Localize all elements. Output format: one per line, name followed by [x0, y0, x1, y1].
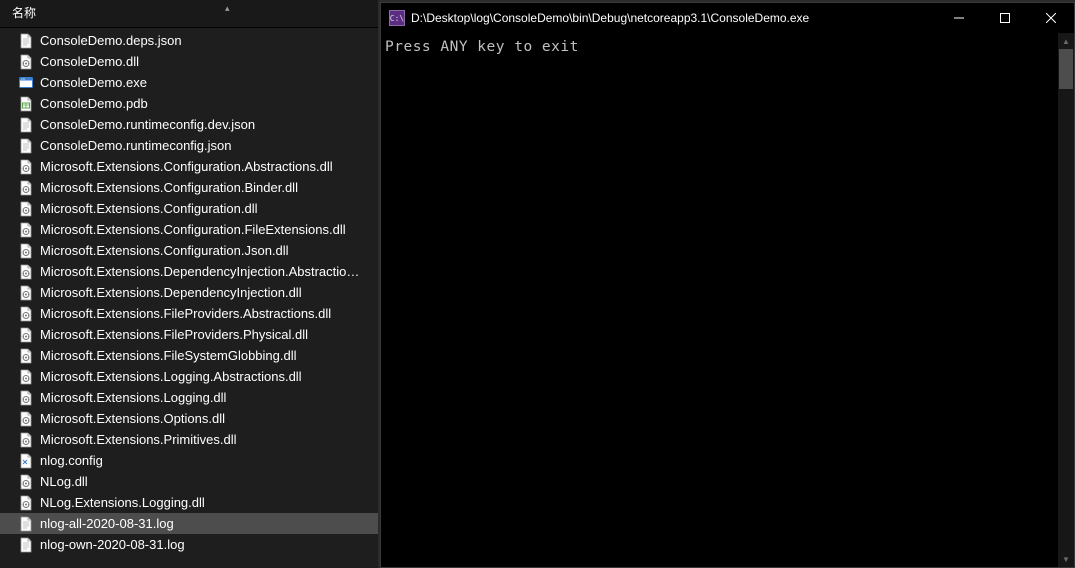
file-row[interactable]: Microsoft.Extensions.Primitives.dll	[0, 429, 378, 450]
file-row[interactable]: Microsoft.Extensions.Logging.dll	[0, 387, 378, 408]
minimize-button[interactable]	[936, 3, 982, 33]
dll-file-icon	[18, 222, 34, 238]
console-title: D:\Desktop\log\ConsoleDemo\bin\Debug\net…	[411, 11, 936, 25]
file-row[interactable]: ConsoleDemo.deps.json	[0, 30, 378, 51]
file-row[interactable]: nlog-all-2020-08-31.log	[0, 513, 378, 534]
file-name-label: ConsoleDemo.deps.json	[40, 32, 182, 50]
file-name-label: Microsoft.Extensions.Configuration.dll	[40, 200, 258, 218]
dll-file-icon	[18, 243, 34, 259]
exe-file-icon	[18, 75, 34, 91]
file-name-label: nlog-own-2020-08-31.log	[40, 536, 185, 554]
maximize-button[interactable]	[982, 3, 1028, 33]
dll-file-icon	[18, 474, 34, 490]
file-name-label: Microsoft.Extensions.FileProviders.Physi…	[40, 326, 308, 344]
file-row[interactable]: Microsoft.Extensions.Options.dll	[0, 408, 378, 429]
console-window: C:\ D:\Desktop\log\ConsoleDemo\bin\Debug…	[380, 2, 1075, 568]
file-row[interactable]: Microsoft.Extensions.Configuration.Binde…	[0, 177, 378, 198]
file-row[interactable]: NLog.dll	[0, 471, 378, 492]
dll-file-icon	[18, 327, 34, 343]
dll-file-icon	[18, 264, 34, 280]
console-app-icon: C:\	[389, 10, 405, 26]
file-name-label: ConsoleDemo.runtimeconfig.dev.json	[40, 116, 255, 134]
dll-file-icon	[18, 180, 34, 196]
file-row[interactable]: Microsoft.Extensions.DependencyInjection…	[0, 282, 378, 303]
file-name-label: Microsoft.Extensions.Primitives.dll	[40, 431, 237, 449]
file-explorer-panel: 名称 ▴ ConsoleDemo.deps.json ConsoleDemo.dl…	[0, 0, 378, 568]
dll-file-icon	[18, 285, 34, 301]
file-name-label: Microsoft.Extensions.FileSystemGlobbing.…	[40, 347, 297, 365]
minimize-icon	[954, 13, 964, 23]
text-file-icon	[18, 537, 34, 553]
file-row[interactable]: Microsoft.Extensions.FileProviders.Physi…	[0, 324, 378, 345]
console-area: C:\ D:\Desktop\log\ConsoleDemo\bin\Debug…	[378, 0, 1075, 568]
dll-file-icon	[18, 201, 34, 217]
json-file-icon	[18, 138, 34, 154]
file-name-label: ConsoleDemo.exe	[40, 74, 147, 92]
file-row[interactable]: nlog-own-2020-08-31.log	[0, 534, 378, 555]
console-titlebar[interactable]: C:\ D:\Desktop\log\ConsoleDemo\bin\Debug…	[381, 3, 1074, 33]
file-name-label: ConsoleDemo.pdb	[40, 95, 148, 113]
file-row[interactable]: Microsoft.Extensions.Configuration.FileE…	[0, 219, 378, 240]
close-icon	[1046, 13, 1056, 23]
file-name-label: Microsoft.Extensions.DependencyInjection…	[40, 263, 366, 281]
dll-file-icon	[18, 432, 34, 448]
window-controls	[936, 3, 1074, 33]
file-row[interactable]: ConsoleDemo.runtimeconfig.dev.json	[0, 114, 378, 135]
file-name-label: Microsoft.Extensions.FileProviders.Abstr…	[40, 305, 331, 323]
close-button[interactable]	[1028, 3, 1074, 33]
console-app-icon-text: C:\	[390, 14, 404, 23]
console-scrollbar[interactable]: ▲ ▼	[1058, 33, 1074, 567]
file-name-label: Microsoft.Extensions.Logging.dll	[40, 389, 226, 407]
file-row[interactable]: Microsoft.Extensions.Configuration.Json.…	[0, 240, 378, 261]
file-list[interactable]: ConsoleDemo.deps.json ConsoleDemo.dll Cons…	[0, 28, 378, 568]
scrollbar-arrow-up-icon[interactable]: ▲	[1058, 33, 1074, 49]
maximize-icon	[1000, 13, 1010, 23]
file-name-label: Microsoft.Extensions.Configuration.Json.…	[40, 242, 289, 260]
dll-file-icon	[18, 306, 34, 322]
json-file-icon	[18, 33, 34, 49]
file-row[interactable]: NLog.Extensions.Logging.dll	[0, 492, 378, 513]
console-body: Press ANY key to exit ▲ ▼	[381, 33, 1074, 567]
column-name-header[interactable]: 名称	[12, 4, 36, 21]
file-name-label: NLog.Extensions.Logging.dll	[40, 494, 205, 512]
config-file-icon	[18, 453, 34, 469]
file-row[interactable]: nlog.config	[0, 450, 378, 471]
file-name-label: Microsoft.Extensions.Logging.Abstraction…	[40, 368, 302, 386]
file-name-label: Microsoft.Extensions.DependencyInjection…	[40, 284, 302, 302]
json-file-icon	[18, 117, 34, 133]
file-name-label: nlog-all-2020-08-31.log	[40, 515, 174, 533]
file-name-label: NLog.dll	[40, 473, 88, 491]
file-name-label: ConsoleDemo.runtimeconfig.json	[40, 137, 231, 155]
console-output[interactable]: Press ANY key to exit	[381, 33, 1058, 567]
file-row[interactable]: Microsoft.Extensions.FileSystemGlobbing.…	[0, 345, 378, 366]
file-name-label: nlog.config	[40, 452, 103, 470]
file-name-label: Microsoft.Extensions.Configuration.FileE…	[40, 221, 346, 239]
file-row[interactable]: ConsoleDemo.runtimeconfig.json	[0, 135, 378, 156]
file-name-label: Microsoft.Extensions.Configuration.Abstr…	[40, 158, 333, 176]
file-name-label: Microsoft.Extensions.Configuration.Binde…	[40, 179, 298, 197]
scrollbar-thumb[interactable]	[1059, 49, 1073, 89]
dll-file-icon	[18, 390, 34, 406]
text-file-icon	[18, 516, 34, 532]
scrollbar-arrow-down-icon[interactable]: ▼	[1058, 551, 1074, 567]
file-row[interactable]: ConsoleDemo.exe	[0, 72, 378, 93]
file-row[interactable]: Microsoft.Extensions.Configuration.dll	[0, 198, 378, 219]
file-row[interactable]: ConsoleDemo.pdb	[0, 93, 378, 114]
dll-file-icon	[18, 369, 34, 385]
dll-file-icon	[18, 495, 34, 511]
file-row[interactable]: Microsoft.Extensions.FileProviders.Abstr…	[0, 303, 378, 324]
dll-file-icon	[18, 411, 34, 427]
file-name-label: ConsoleDemo.dll	[40, 53, 139, 71]
file-row[interactable]: ConsoleDemo.dll	[0, 51, 378, 72]
file-row[interactable]: Microsoft.Extensions.Logging.Abstraction…	[0, 366, 378, 387]
file-row[interactable]: Microsoft.Extensions.DependencyInjection…	[0, 261, 378, 282]
file-row[interactable]: Microsoft.Extensions.Configuration.Abstr…	[0, 156, 378, 177]
sort-indicator-icon: ▴	[225, 3, 230, 14]
pdb-file-icon	[18, 96, 34, 112]
dll-file-icon	[18, 54, 34, 70]
dll-file-icon	[18, 159, 34, 175]
file-list-header[interactable]: 名称 ▴	[0, 0, 378, 28]
file-name-label: Microsoft.Extensions.Options.dll	[40, 410, 225, 428]
dll-file-icon	[18, 348, 34, 364]
